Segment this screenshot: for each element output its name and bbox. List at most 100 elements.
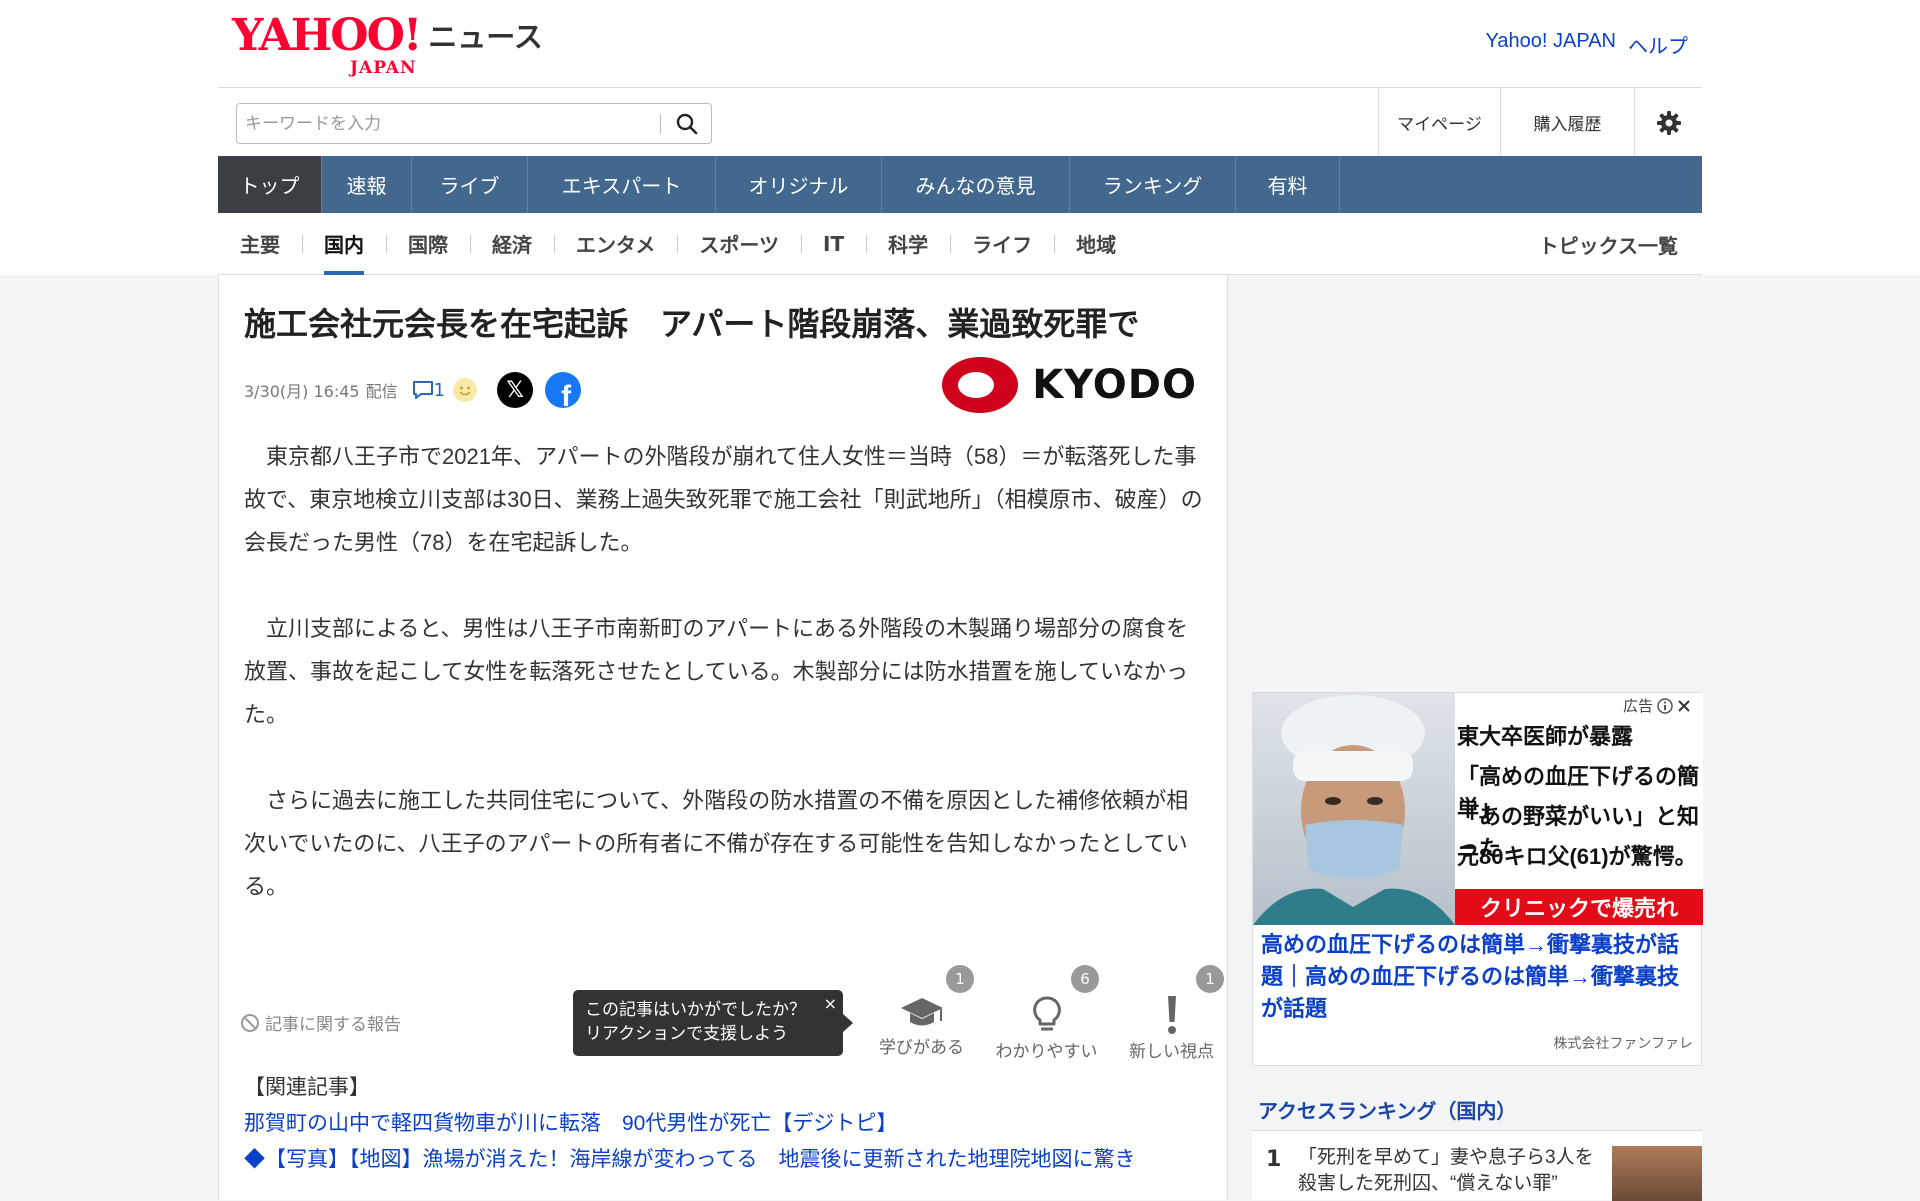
article-paragraph: 東京都八王子市で2021年、アパートの外階段が崩れて住人女性＝当時（58）＝が転… [244, 444, 1203, 555]
tooltip-line2: リアクションで支援しよう [585, 1024, 789, 1044]
ad-cta: クリニックで爆売れ [1455, 889, 1703, 925]
reaction-tooltip: この記事はいかがでしたか？ リアクションで支援しよう × [573, 990, 853, 1056]
related-link[interactable]: ◆【写真】【地図】漁場が消えた！海岸線が変わってる 地震後に更新された地理院地図… [244, 1142, 1204, 1178]
reaction-learn-button[interactable]: 学びがある 1 [859, 965, 984, 1058]
purchase-history-link[interactable]: 購入履歴 [1500, 88, 1634, 157]
ranking-number: 1 [1266, 1147, 1282, 1172]
main-nav-live[interactable]: ライブ [412, 156, 528, 213]
share-facebook-button[interactable]: f [545, 372, 582, 408]
search-icon[interactable] [675, 112, 699, 136]
sidebar-ad[interactable]: 広告 東大卒医師が暴露 「高めの血圧下げるの簡単」 「あの野菜がいい」と知った … [1252, 692, 1703, 1066]
related-link[interactable]: 那賀町の山中で軽四貨物車が川に転落 90代男性が死亡【デジトピ】 [244, 1106, 1204, 1142]
reaction-label: 学びがある [879, 1038, 964, 1058]
article-headline: 施工会社元会長を在宅起訴 アパート階段崩落、業過致死罪で [244, 306, 1140, 342]
yahoo-news-logo[interactable]: YAHOO! JAPAN ニュース [232, 10, 543, 79]
ad-title[interactable]: 高めの血圧下げるのは簡単→衝撃裏技が話題｜高めの血圧下げるのは簡単→衝撃裏技が話… [1261, 929, 1697, 1025]
main-nav-paid[interactable]: 有料 [1236, 156, 1340, 213]
search-divider [660, 114, 661, 134]
article-paragraph: さらに過去に施工した共同住宅について、外階段の防水措置の不備を原因とした補修依頼… [244, 788, 1189, 899]
reaction-label: 新しい視点 [1129, 1042, 1214, 1062]
ranking-text: 「死刑を早めて」妻や息子ら3人を殺害した死刑囚、“償えない罪” [1298, 1147, 1594, 1194]
sub-nav-main[interactable]: 主要 [218, 213, 302, 275]
kyodo-logo-icon [942, 357, 1019, 413]
search-row: マイページ 購入履歴 [218, 87, 1702, 157]
main-nav-original[interactable]: オリジナル [716, 156, 882, 213]
main-nav-expert[interactable]: エキスパート [528, 156, 716, 213]
topics-list-link[interactable]: トピックス一覧 [1539, 213, 1678, 275]
article-paragraph: 立川支部によると、男性は八王子市南新町のアパートにある外階段の木製踊り場部分の腐… [244, 616, 1189, 727]
main-nav-opinions[interactable]: みんなの意見 [882, 156, 1070, 213]
reaction-count-badge: 6 [1071, 965, 1099, 993]
tooltip-line1: この記事はいかがでしたか？ [585, 1000, 806, 1020]
logo-japan: JAPAN [350, 58, 417, 78]
mypage-link[interactable]: マイページ [1378, 88, 1500, 157]
article-date-suffix: 配信 [365, 382, 398, 401]
main-nav-breaking[interactable]: 速報 [322, 156, 412, 213]
close-icon[interactable] [1677, 699, 1691, 713]
related-heading: 【関連記事】 [244, 1076, 370, 1099]
logo-news: ニュース [428, 22, 543, 54]
ranking-thumbnail [1612, 1146, 1702, 1201]
site-header: YAHOO! JAPAN ニュース Yahoo! JAPAN ヘルプ マイページ… [218, 0, 1702, 275]
yahoo-japan-link[interactable]: Yahoo! JAPAN [1486, 30, 1616, 59]
reaction-count-badge: 1 [1196, 965, 1224, 993]
user-links: マイページ 購入履歴 [1378, 88, 1702, 157]
share-x-button[interactable]: 𝕏 [497, 372, 534, 408]
ad-tag: 広告 [1623, 695, 1691, 716]
tooltip-close-button[interactable]: × [824, 992, 837, 1016]
comment-icon [412, 381, 433, 399]
ad-sponsor: 株式会社ファンファレ [1553, 1036, 1693, 1052]
source-logo[interactable]: KYODO [940, 355, 1197, 415]
graduation-cap-icon [900, 998, 943, 1026]
report-link[interactable]: 記事に関する報告 [241, 1010, 401, 1035]
smile-icon [453, 378, 478, 402]
article-body: 東京都八王子市で2021年、アパートの外階段が崩れて住人女性＝当時（58）＝が転… [244, 435, 1206, 951]
gear-icon [1656, 110, 1681, 135]
ranking-title: アクセスランキング（国内） [1258, 1101, 1517, 1123]
search-input[interactable] [237, 104, 657, 143]
info-icon[interactable] [1657, 697, 1673, 714]
reaction-clear-button[interactable]: わかりやすい 6 [984, 965, 1109, 1062]
sub-nav-sports[interactable]: スポーツ [677, 213, 801, 275]
article-date: 3/30(月) 16:45 [244, 382, 360, 401]
reaction-label: わかりやすい [995, 1042, 1098, 1062]
ranking-item[interactable]: 1 「死刑を早めて」妻や息子ら3人を殺害した死刑囚、“償えない罪” [1252, 1130, 1702, 1201]
comment-count: 1 [433, 379, 446, 401]
sub-nav-international[interactable]: 国際 [386, 213, 470, 275]
article-meta: 3/30(月) 16:45 配信 1 𝕏 f [244, 370, 582, 410]
ad-copy-line: 元80キロ父(61)が驚愕。 [1457, 844, 1697, 869]
sub-nav-life[interactable]: ライフ [950, 213, 1054, 275]
reaction-buttons: 学びがある 1 わかりやすい 6 新しい視点 1 [859, 965, 1234, 1062]
reaction-count-badge: 1 [946, 965, 974, 993]
source-name: KYODO [1032, 362, 1197, 408]
header-links: Yahoo! JAPAN ヘルプ [1486, 30, 1688, 59]
facebook-icon: f [561, 380, 572, 408]
main-nav-ranking[interactable]: ランキング [1070, 156, 1236, 213]
help-link[interactable]: ヘルプ [1628, 30, 1688, 59]
search-box [236, 103, 712, 144]
ad-copy-line: 東大卒医師が暴露 [1457, 724, 1634, 749]
ad-label: 広告 [1622, 697, 1653, 715]
comment-link[interactable]: 1 [412, 380, 445, 401]
settings-button[interactable] [1634, 88, 1702, 157]
sub-nav-domestic[interactable]: 国内 [302, 213, 386, 275]
ban-icon [241, 1013, 259, 1032]
report-link-label: 記事に関する報告 [265, 1015, 401, 1035]
sub-nav-local[interactable]: 地域 [1054, 213, 1138, 275]
reaction-area: 記事に関する報告 この記事はいかがでしたか？ リアクションで支援しよう × 学び… [219, 965, 1227, 1062]
sub-nav: 主要 国内 国際 経済 エンタメ スポーツ IT 科学 ライフ 地域 トピックス… [218, 213, 1702, 275]
lightbulb-icon [1032, 996, 1061, 1031]
sub-nav-entertainment[interactable]: エンタメ [554, 213, 677, 275]
article: 施工会社元会長を在宅起訴 アパート階段崩落、業過致死罪で 3/30(月) 16:… [218, 275, 1228, 1200]
main-nav-top[interactable]: トップ [218, 156, 322, 213]
logo-yahoo: YAHOO! [232, 10, 422, 61]
sub-nav-science[interactable]: 科学 [866, 213, 950, 275]
main-nav: トップ 速報 ライブ エキスパート オリジナル みんなの意見 ランキング 有料 [218, 156, 1702, 213]
related-articles: 【関連記事】 那賀町の山中で軽四貨物車が川に転落 90代男性が死亡【デジトピ】 … [244, 1070, 1204, 1178]
ad-image [1253, 693, 1455, 925]
exclamation-icon [1167, 996, 1176, 1034]
sub-nav-economy[interactable]: 経済 [470, 213, 554, 275]
sub-nav-it[interactable]: IT [801, 213, 866, 275]
x-icon: 𝕏 [506, 377, 524, 403]
reaction-new-perspective-button[interactable]: 新しい視点 1 [1109, 965, 1234, 1062]
